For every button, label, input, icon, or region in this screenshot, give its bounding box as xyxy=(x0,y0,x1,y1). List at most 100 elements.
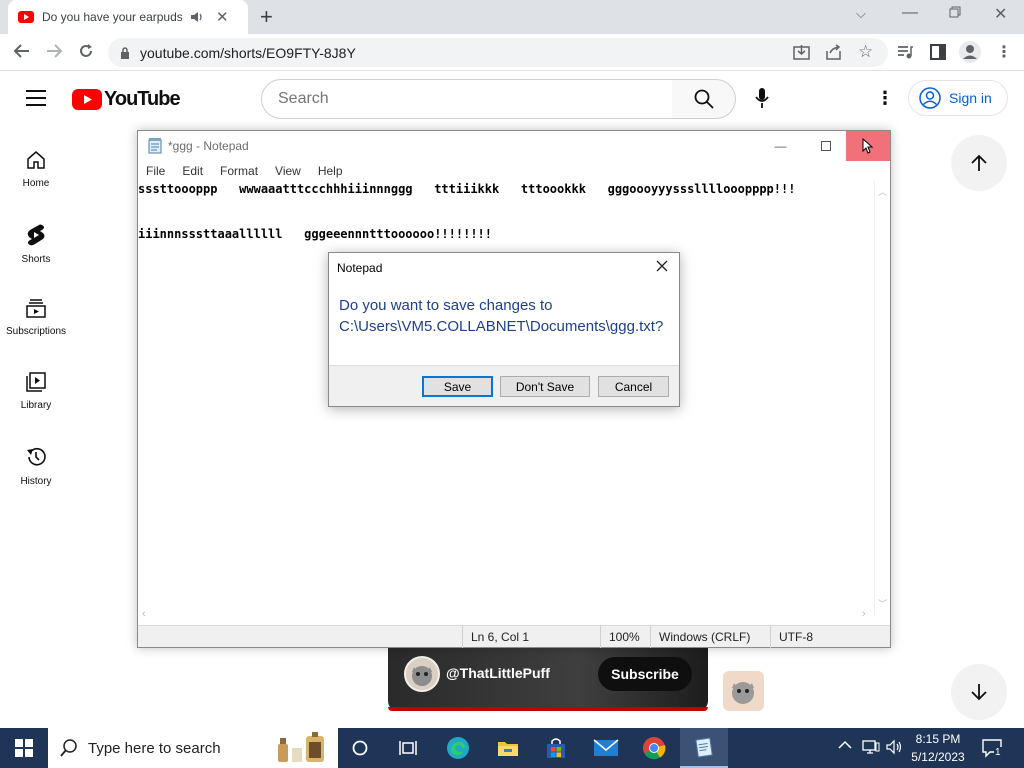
subscribe-button[interactable]: Subscribe xyxy=(598,657,692,691)
video-progress-bar[interactable] xyxy=(388,707,708,711)
channel-thumbnail-small[interactable] xyxy=(723,671,764,711)
taskbar-search-box[interactable]: Type here to search xyxy=(48,728,338,768)
url-text: youtube.com/shorts/EO9FTY-8J8Y xyxy=(140,44,356,61)
notepad-title: *ggg - Notepad xyxy=(168,139,249,153)
dialog-title: Notepad xyxy=(337,261,383,275)
youtube-logo[interactable]: YouTube xyxy=(72,88,181,111)
install-app-icon[interactable] xyxy=(793,44,810,60)
arrow-up-icon xyxy=(970,154,988,172)
notepad-maximize-button[interactable] xyxy=(803,131,848,161)
mouse-cursor-icon xyxy=(862,138,874,154)
text-line: iiinnnsssttaaallllll gggeeennntttoooooo!… xyxy=(138,227,493,241)
shorts-icon xyxy=(26,224,46,246)
short-video-overlay[interactable]: @ThatLittlePuff Subscribe xyxy=(388,648,708,711)
account-circle-icon xyxy=(919,87,941,109)
search-button[interactable] xyxy=(672,79,736,119)
volume-icon[interactable] xyxy=(886,739,904,755)
vertical-scrollbar[interactable]: ︿ ﹀ xyxy=(874,181,890,617)
sign-in-label: Sign in xyxy=(949,90,992,106)
window-close-button[interactable]: ✕ xyxy=(994,4,1007,24)
system-clock[interactable]: 8:15 PM 5/12/2023 xyxy=(908,730,968,766)
hamburger-menu-icon[interactable] xyxy=(26,90,46,106)
network-icon[interactable] xyxy=(862,739,880,755)
reload-icon[interactable] xyxy=(78,43,94,59)
dialog-message: Do you want to save changes to C:\Users\… xyxy=(339,295,669,337)
history-icon xyxy=(25,446,47,468)
sign-in-button[interactable]: Sign in xyxy=(908,80,1008,116)
youtube-favicon-icon xyxy=(18,11,34,23)
settings-more-icon[interactable]: ⋮ xyxy=(876,88,894,109)
window-restore-button[interactable] xyxy=(949,6,961,18)
nav-history-label: History xyxy=(20,476,52,487)
media-control-icon[interactable] xyxy=(897,44,913,60)
save-changes-dialog[interactable]: Notepad Do you want to save changes to C… xyxy=(328,252,680,407)
browser-menu-icon[interactable]: ⋮ xyxy=(996,42,1012,62)
menu-format[interactable]: Format xyxy=(220,164,258,178)
file-explorer-icon[interactable] xyxy=(484,728,532,768)
task-view-icon[interactable] xyxy=(384,728,432,768)
side-panel-icon[interactable] xyxy=(930,44,946,60)
chrome-icon[interactable] xyxy=(630,728,678,768)
menu-file[interactable]: File xyxy=(146,164,165,178)
dialog-close-icon[interactable] xyxy=(655,259,669,273)
dialog-message-line-2: C:\Users\VM5.COLLABNET\Documents\ggg.txt… xyxy=(339,318,664,335)
previous-short-button[interactable] xyxy=(951,135,1007,191)
nav-library-label: Library xyxy=(20,400,52,411)
profile-avatar-icon[interactable] xyxy=(959,41,981,63)
start-button[interactable] xyxy=(0,728,48,768)
show-hidden-icons-icon[interactable] xyxy=(838,740,852,750)
text-line: sssttoooppp wwwaaatttccchhhiiinnnggg ttt… xyxy=(138,182,796,196)
channel-avatar[interactable] xyxy=(404,656,440,692)
search-icon xyxy=(694,89,714,109)
menu-help[interactable]: Help xyxy=(318,164,343,178)
microsoft-store-icon[interactable] xyxy=(532,728,580,768)
nav-subscriptions[interactable]: Subscriptions xyxy=(0,290,72,360)
horizontal-scrollbar[interactable]: ‹ › xyxy=(138,607,874,623)
notepad-taskbar-icon[interactable] xyxy=(680,728,728,768)
home-icon xyxy=(26,150,46,170)
nav-library[interactable]: Library xyxy=(0,364,72,434)
microphone-icon[interactable] xyxy=(755,88,769,108)
search-input[interactable]: Search xyxy=(261,79,673,119)
tab-search-icon[interactable]: ⌵ xyxy=(856,6,866,22)
forward-icon[interactable] xyxy=(45,43,63,59)
channel-handle[interactable]: @ThatLittlePuff xyxy=(446,665,550,681)
notepad-minimize-button[interactable]: — xyxy=(758,131,803,161)
new-tab-button[interactable]: + xyxy=(260,4,273,30)
notepad-close-button[interactable] xyxy=(846,131,890,161)
scroll-down-icon[interactable]: ﹀ xyxy=(878,597,887,610)
nav-home-label: Home xyxy=(22,178,50,189)
scroll-right-icon[interactable]: › xyxy=(862,608,866,620)
mail-icon[interactable] xyxy=(582,728,630,768)
tab-close-icon[interactable]: ✕ xyxy=(216,8,229,26)
dialog-message-line-1: Do you want to save changes to xyxy=(339,297,553,314)
back-icon[interactable] xyxy=(13,43,31,59)
browser-tab[interactable]: Do you have your earpuds r ✕ xyxy=(8,0,248,34)
nav-shorts[interactable]: Shorts xyxy=(0,216,72,286)
nav-home[interactable]: Home xyxy=(0,142,72,212)
menu-edit[interactable]: Edit xyxy=(182,164,203,178)
scroll-left-icon[interactable]: ‹ xyxy=(142,608,146,620)
nav-shorts-label: Shorts xyxy=(21,254,51,265)
nav-history[interactable]: History xyxy=(0,438,72,508)
bookmark-star-icon[interactable]: ☆ xyxy=(858,42,873,62)
menu-view[interactable]: View xyxy=(275,164,301,178)
window-minimize-button[interactable]: — xyxy=(902,4,918,22)
dialog-button-bar: Save Don't Save Cancel xyxy=(329,365,679,406)
clock-time: 8:15 PM xyxy=(915,732,961,746)
edge-browser-icon[interactable] xyxy=(434,728,482,768)
share-icon[interactable] xyxy=(825,44,842,60)
audio-playing-icon[interactable] xyxy=(190,11,204,23)
address-bar[interactable]: youtube.com/shorts/EO9FTY-8J8Y xyxy=(108,38,888,67)
library-icon xyxy=(26,372,46,392)
dont-save-button[interactable]: Don't Save xyxy=(500,376,590,397)
lock-icon xyxy=(120,46,130,59)
windows-taskbar: Type here to search 8:15 PM 5/12/2023 1 xyxy=(0,728,1024,768)
cancel-button[interactable]: Cancel xyxy=(598,376,669,397)
notification-center-icon[interactable]: 1 xyxy=(982,738,1002,758)
scroll-up-icon[interactable]: ︿ xyxy=(878,185,887,198)
status-position: Ln 6, Col 1 xyxy=(462,626,600,648)
cortana-icon[interactable] xyxy=(336,728,384,768)
save-button[interactable]: Save xyxy=(422,376,493,397)
next-short-button[interactable] xyxy=(951,664,1007,720)
